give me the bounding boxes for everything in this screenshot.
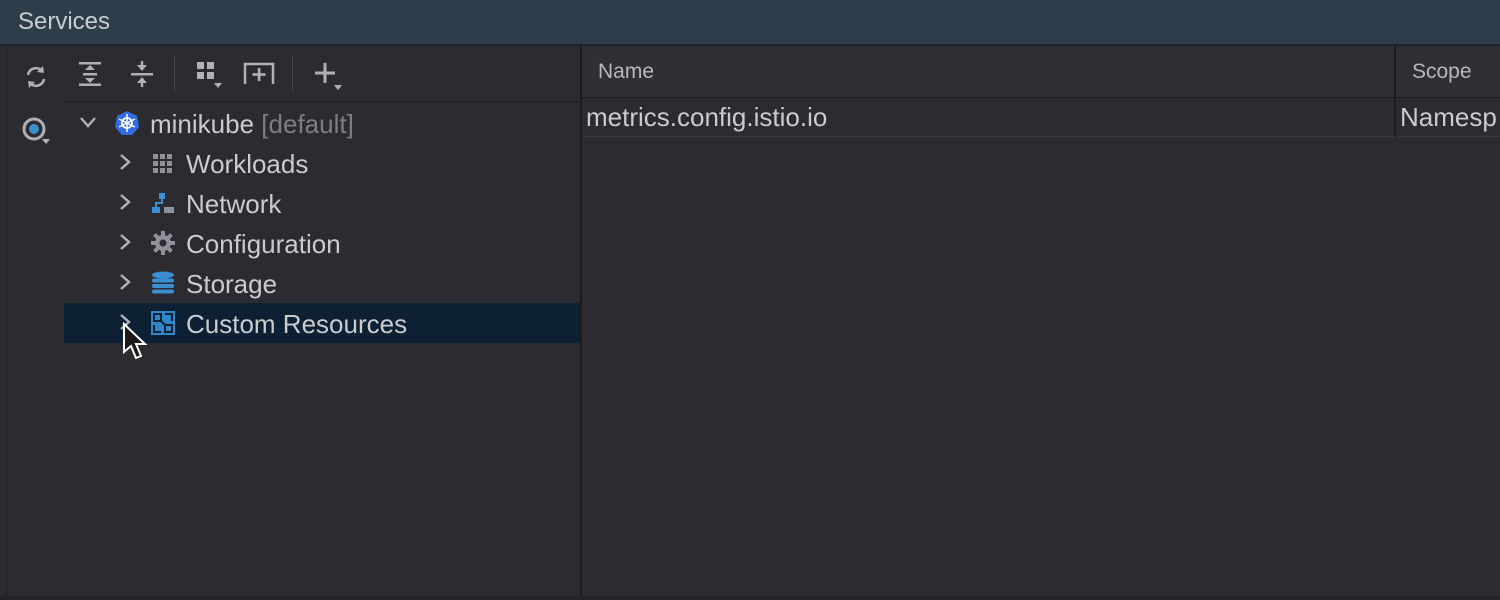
bottom-border: [0, 596, 1500, 600]
tree-node-storage[interactable]: Storage: [64, 263, 580, 303]
chevron-right-icon[interactable]: [114, 191, 136, 213]
tree-node-label: minikube [default]: [150, 109, 354, 140]
workloads-grid-icon: [153, 154, 172, 173]
chevron-right-icon[interactable]: [114, 151, 136, 173]
group-by-icon: [197, 62, 222, 88]
group-by-button[interactable]: [192, 58, 226, 90]
tree-node-label: Network: [186, 189, 282, 219]
filter-icon: [22, 117, 50, 144]
open-in-new-tab-button[interactable]: [242, 58, 276, 90]
column-header-scope[interactable]: Scope: [1412, 60, 1472, 84]
expand-all-icon: [79, 62, 101, 86]
services-tree-pane: minikube [default] Workloads Network Con…: [64, 46, 580, 600]
window-title: Services: [18, 8, 111, 35]
add-service-button[interactable]: [310, 58, 344, 90]
toolbar-separator: [174, 56, 175, 92]
expand-all-button[interactable]: [73, 58, 107, 90]
tree-node-minikube[interactable]: minikube [default]: [64, 103, 580, 143]
services-titlebar: Services: [0, 0, 1500, 46]
custom-resources-icon: [151, 311, 175, 335]
cell-scope: Namesp: [1400, 102, 1497, 132]
resources-table: Name Scope metrics.config.istio.io Names…: [582, 46, 1500, 600]
tree-node-label: Storage: [186, 269, 278, 299]
tree-node-network[interactable]: Network: [64, 183, 580, 223]
column-separator[interactable]: [1394, 46, 1396, 137]
tree-node-workloads[interactable]: Workloads: [64, 143, 580, 183]
toolbar-separator: [292, 56, 293, 92]
filter-button[interactable]: [19, 114, 53, 148]
left-action-strip: [6, 46, 65, 600]
network-icon: [152, 193, 174, 213]
gear-icon: [151, 231, 175, 255]
collapse-all-button[interactable]: [125, 58, 159, 90]
mouse-cursor-icon: [123, 322, 148, 360]
tree-node-label: Custom Resources: [186, 309, 408, 339]
collapse-all-icon: [131, 61, 153, 87]
kubernetes-icon: [115, 111, 139, 135]
new-tab-icon: [243, 62, 275, 84]
refresh-icon: [26, 66, 46, 88]
services-tree: minikube [default] Workloads Network Con…: [64, 103, 580, 343]
tree-node-configuration[interactable]: Configuration: [64, 223, 580, 263]
add-service-icon: [315, 63, 342, 90]
cell-name: metrics.config.istio.io: [586, 102, 828, 132]
table-header: Name Scope: [582, 46, 1500, 98]
tree-node-label: Workloads: [186, 149, 309, 179]
chevron-down-icon[interactable]: [77, 111, 99, 133]
tree-node-label: Configuration: [186, 229, 341, 259]
table-row[interactable]: metrics.config.istio.io Namesp: [582, 98, 1500, 137]
refresh-button[interactable]: [19, 60, 53, 94]
database-icon: [152, 271, 174, 294]
column-header-name[interactable]: Name: [598, 60, 654, 84]
cluster-name: minikube: [150, 109, 255, 139]
cluster-context: [default]: [261, 109, 354, 139]
chevron-right-icon[interactable]: [114, 231, 136, 253]
tree-toolbar: [64, 46, 580, 102]
chevron-right-icon[interactable]: [114, 271, 136, 293]
